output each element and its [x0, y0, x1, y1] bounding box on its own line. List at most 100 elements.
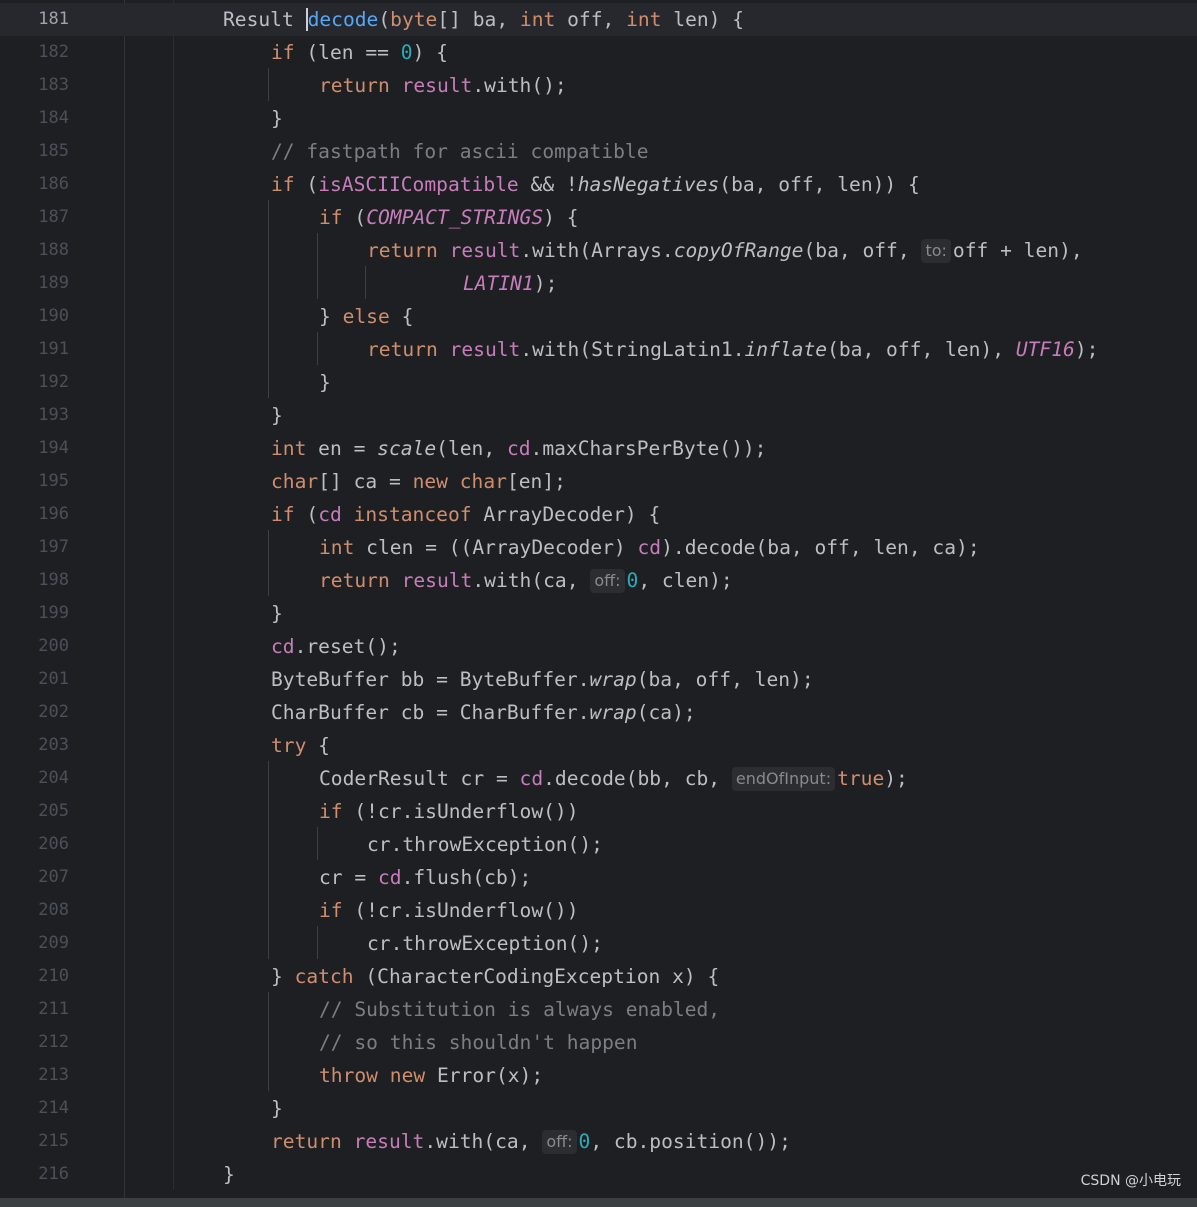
code-line-210[interactable]: 210 } catch (CharacterCodingException x)…: [0, 960, 1197, 993]
code-line-202[interactable]: 202 CharBuffer cb = CharBuffer.wrap(ca);: [0, 696, 1197, 729]
code-text: return result.with(Arrays.copyOfRange(ba…: [367, 239, 1083, 263]
code-text: cd.reset();: [271, 635, 401, 658]
line-number: 211: [38, 999, 69, 1019]
line-number: 193: [38, 405, 69, 425]
line-number: 201: [38, 669, 69, 689]
code-text: // Substitution is always enabled,: [319, 993, 720, 1026]
code-text: int clen = ((ArrayDecoder) cd).decode(ba…: [319, 536, 980, 559]
code-text: throw new Error(x);: [319, 1064, 544, 1087]
line-number: 184: [38, 108, 69, 128]
code-text: return result.with(ca, off: 0, cb.positio…: [271, 1130, 791, 1154]
line-number: 197: [38, 537, 69, 557]
code-line-192[interactable]: 192 }: [0, 366, 1197, 399]
line-number: 205: [38, 801, 69, 821]
line-number: 208: [38, 900, 69, 920]
code-line-182[interactable]: 182 if (len == 0) {: [0, 36, 1197, 69]
code-text: }: [271, 1097, 283, 1120]
code-text: if (isASCIICompatible && !hasNegatives(b…: [271, 173, 920, 196]
horizontal-scrollbar[interactable]: [0, 1198, 1197, 1207]
line-number: 209: [38, 933, 69, 953]
code-line-214[interactable]: 214 }: [0, 1092, 1197, 1125]
inlay-hint: endOfInput:: [731, 767, 836, 791]
code-line-206[interactable]: 206 cr.throwException();: [0, 828, 1197, 861]
code-line-185[interactable]: 185 // fastpath for ascii compatible: [0, 135, 1197, 168]
code-text: return result.with(StringLatin1.inflate(…: [367, 338, 1099, 361]
line-number: 215: [38, 1131, 69, 1151]
line-number: 216: [38, 1164, 69, 1184]
line-number: 198: [38, 570, 69, 590]
code-line-184[interactable]: 184 }: [0, 102, 1197, 135]
line-number: 182: [38, 42, 69, 62]
code-text: if (!cr.isUnderflow()): [319, 800, 579, 823]
code-line-204[interactable]: 204 CoderResult cr = cd.decode(bb, cb, e…: [0, 762, 1197, 795]
code-line-216[interactable]: 216 }: [0, 1158, 1197, 1191]
code-line-199[interactable]: 199 }: [0, 597, 1197, 630]
line-number: 200: [38, 636, 69, 656]
line-number: 214: [38, 1098, 69, 1118]
code-line-201[interactable]: 201 ByteBuffer bb = ByteBuffer.wrap(ba, …: [0, 663, 1197, 696]
code-line-196[interactable]: 196 if (cd instanceof ArrayDecoder) {: [0, 498, 1197, 531]
code-line-200[interactable]: 200 cd.reset();: [0, 630, 1197, 663]
code-line-215[interactable]: 215 return result.with(ca, off: 0, cb.pos…: [0, 1125, 1197, 1158]
code-text: LATIN1);: [463, 272, 558, 295]
comment: // so this shouldn't happen: [319, 1031, 638, 1054]
code-text: // fastpath for ascii compatible: [271, 135, 649, 168]
watermark: CSDN @小电玩: [1080, 1173, 1181, 1189]
code-line-195[interactable]: 195 char[] ca = new char[en];: [0, 465, 1197, 498]
line-number: 204: [38, 768, 69, 788]
line-number: 183: [38, 75, 69, 95]
code-line-187[interactable]: 187 if (COMPACT_STRINGS) {: [0, 201, 1197, 234]
code-line-203[interactable]: 203 try {: [0, 729, 1197, 762]
line-number: 202: [38, 702, 69, 722]
code-text: try {: [271, 734, 330, 757]
code-line-188[interactable]: 188 return result.with(Arrays.copyOfRang…: [0, 234, 1197, 267]
code-line-183[interactable]: 183 return result.with();: [0, 69, 1197, 102]
code-line-191[interactable]: 191 return result.with(StringLatin1.infl…: [0, 333, 1197, 366]
code-text: // so this shouldn't happen: [319, 1026, 638, 1059]
code-text: }: [271, 602, 283, 625]
code-line-207[interactable]: 207 cr = cd.flush(cb);: [0, 861, 1197, 894]
line-number: 185: [38, 141, 69, 161]
code-text: return result.with();: [319, 74, 567, 97]
code-text: }: [223, 1163, 235, 1186]
code-line-213[interactable]: 213 throw new Error(x);: [0, 1059, 1197, 1092]
code-line-186[interactable]: 186 if (isASCIICompatible && !hasNegativ…: [0, 168, 1197, 201]
code-line-208[interactable]: 208 if (!cr.isUnderflow()): [0, 894, 1197, 927]
code-text: if (!cr.isUnderflow()): [319, 899, 579, 922]
code-text: if (cd instanceof ArrayDecoder) {: [271, 503, 661, 526]
code-text: } catch (CharacterCodingException x) {: [271, 965, 720, 988]
code-text: }: [319, 371, 331, 394]
code-text: } else {: [319, 305, 414, 328]
inlay-hint: off:: [590, 569, 625, 593]
line-number: 206: [38, 834, 69, 854]
method-name: decode: [305, 8, 379, 31]
comment: // Substitution is always enabled,: [319, 998, 721, 1021]
code-line-189[interactable]: 189 LATIN1);: [0, 267, 1197, 300]
code-line-197[interactable]: 197 int clen = ((ArrayDecoder) cd).decod…: [0, 531, 1197, 564]
code-text: }: [271, 107, 283, 130]
code-line-194[interactable]: 194 int en = scale(len, cd.maxCharsPerBy…: [0, 432, 1197, 465]
line-number: 210: [38, 966, 69, 986]
code-line-193[interactable]: 193 }: [0, 399, 1197, 432]
code-line-198[interactable]: 198 return result.with(ca, off: 0, clen);: [0, 564, 1197, 597]
line-number: 203: [38, 735, 69, 755]
code-line-205[interactable]: 205 if (!cr.isUnderflow()): [0, 795, 1197, 828]
code-line-181[interactable]: 181 Result decode(byte[] ba, int off, in…: [0, 3, 1197, 36]
line-number: 191: [38, 339, 69, 359]
code-text: if (COMPACT_STRINGS) {: [319, 206, 579, 229]
code-line-212[interactable]: 212 // so this shouldn't happen: [0, 1026, 1197, 1059]
code-text: ByteBuffer bb = ByteBuffer.wrap(ba, off,…: [271, 668, 814, 691]
line-number: 187: [38, 207, 69, 227]
line-number: 207: [38, 867, 69, 887]
code-text: char[] ca = new char[en];: [271, 470, 566, 493]
code-text: CoderResult cr = cd.decode(bb, cb, endOf…: [319, 767, 908, 791]
line-number: 196: [38, 504, 69, 524]
code-line-209[interactable]: 209 cr.throwException();: [0, 927, 1197, 960]
code-text: int en = scale(len, cd.maxCharsPerByte()…: [271, 437, 767, 460]
code-text: if (len == 0) {: [271, 41, 448, 64]
code-line-190[interactable]: 190 } else {: [0, 300, 1197, 333]
comment: // fastpath for ascii compatible: [271, 140, 649, 163]
code-editor[interactable]: 181 Result decode(byte[] ba, int off, in…: [0, 0, 1197, 1198]
line-number: 213: [38, 1065, 69, 1085]
code-line-211[interactable]: 211 // Substitution is always enabled,: [0, 993, 1197, 1026]
